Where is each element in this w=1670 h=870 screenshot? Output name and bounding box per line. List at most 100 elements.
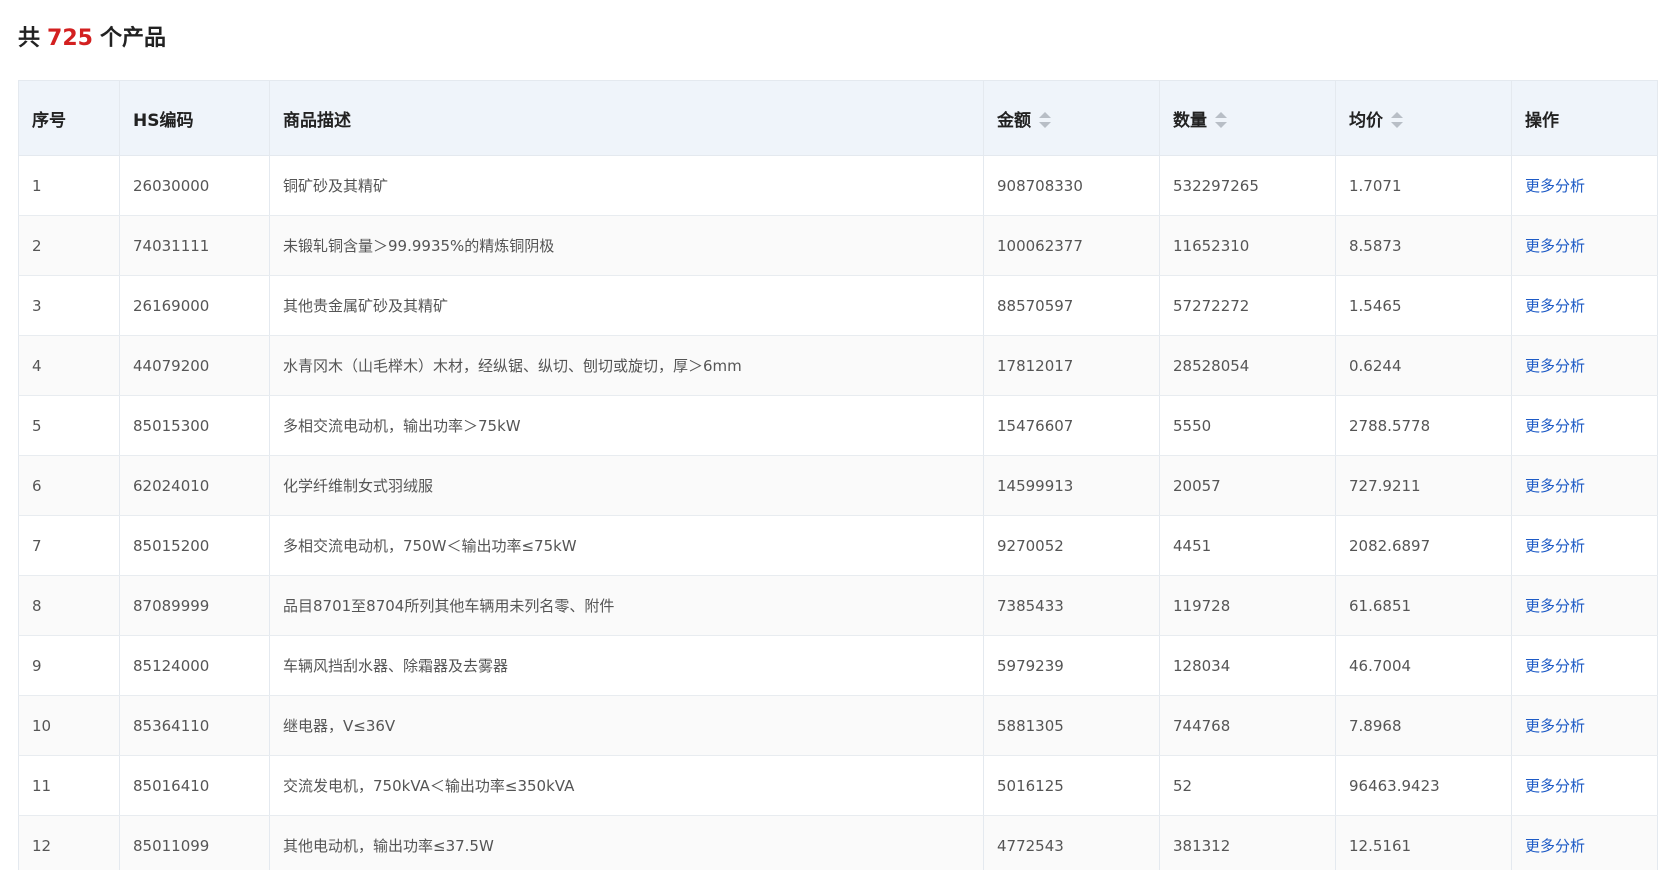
cell-actions: 更多分析: [1511, 335, 1658, 396]
cell-quantity: 28528054: [1159, 335, 1336, 396]
cell-avg-price: 46.7004: [1335, 635, 1512, 696]
cell-hs-code: 62024010: [119, 455, 270, 516]
more-analysis-link[interactable]: 更多分析: [1525, 837, 1585, 855]
cell-index: 11: [18, 755, 120, 816]
cell-avg-price: 1.7071: [1335, 155, 1512, 216]
header-hs-code-label: HS编码: [133, 110, 194, 131]
cell-description: 其他电动机，输出功率≤37.5W: [269, 815, 984, 870]
table-header-row: 序号 HS编码 商品描述 金额 数量 均价 操作: [18, 80, 1658, 156]
cell-avg-price: 61.6851: [1335, 575, 1512, 636]
table-row: 7 85015200 多相交流电动机，750W＜输出功率≤75kW 927005…: [18, 515, 1658, 576]
cell-hs-code: 85015200: [119, 515, 270, 576]
more-analysis-link[interactable]: 更多分析: [1525, 657, 1585, 675]
product-count-summary: 共 725 个产品: [18, 24, 166, 54]
cell-index: 4: [18, 335, 120, 396]
more-analysis-link[interactable]: 更多分析: [1525, 417, 1585, 435]
header-quantity[interactable]: 数量: [1159, 80, 1336, 156]
cell-hs-code: 87089999: [119, 575, 270, 636]
cell-quantity: 57272272: [1159, 275, 1336, 336]
header-description: 商品描述: [269, 80, 984, 156]
summary-prefix: 共: [18, 26, 41, 51]
cell-description: 其他贵金属矿砂及其精矿: [269, 275, 984, 336]
header-quantity-label[interactable]: 数量: [1173, 111, 1207, 131]
cell-amount: 7385433: [983, 575, 1160, 636]
cell-quantity: 20057: [1159, 455, 1336, 516]
header-hs-code: HS编码: [119, 80, 270, 156]
cell-description: 水青冈木（山毛榉木）木材，经纵锯、纵切、刨切或旋切，厚＞6mm: [269, 335, 984, 396]
header-actions-label: 操作: [1525, 110, 1559, 131]
more-analysis-link[interactable]: 更多分析: [1525, 537, 1585, 555]
cell-amount: 5979239: [983, 635, 1160, 696]
cell-quantity: 532297265: [1159, 155, 1336, 216]
cell-avg-price: 727.9211: [1335, 455, 1512, 516]
sort-avg-price-icon[interactable]: [1391, 111, 1403, 128]
more-analysis-link[interactable]: 更多分析: [1525, 237, 1585, 255]
cell-hs-code: 44079200: [119, 335, 270, 396]
product-table: 序号 HS编码 商品描述 金额 数量 均价 操作 1 26030000 铜矿砂及…: [18, 80, 1658, 870]
cell-quantity: 119728: [1159, 575, 1336, 636]
more-analysis-link[interactable]: 更多分析: [1525, 777, 1585, 795]
cell-amount: 908708330: [983, 155, 1160, 216]
header-amount-label[interactable]: 金额: [997, 111, 1031, 131]
cell-description: 多相交流电动机，750W＜输出功率≤75kW: [269, 515, 984, 576]
header-amount[interactable]: 金额: [983, 80, 1160, 156]
cell-description: 车辆风挡刮水器、除霜器及去雾器: [269, 635, 984, 696]
cell-avg-price: 2082.6897: [1335, 515, 1512, 576]
cell-quantity: 381312: [1159, 815, 1336, 870]
cell-hs-code: 85364110: [119, 695, 270, 756]
cell-actions: 更多分析: [1511, 395, 1658, 456]
cell-description: 品目8701至8704所列其他车辆用未列名零、附件: [269, 575, 984, 636]
cell-description: 铜矿砂及其精矿: [269, 155, 984, 216]
header-index: 序号: [18, 80, 120, 156]
cell-index: 8: [18, 575, 120, 636]
cell-index: 9: [18, 635, 120, 696]
table-row: 2 74031111 未锻轧铜含量＞99.9935%的精炼铜阴极 1000623…: [18, 215, 1658, 276]
cell-actions: 更多分析: [1511, 755, 1658, 816]
cell-index: 5: [18, 395, 120, 456]
cell-index: 2: [18, 215, 120, 276]
cell-hs-code: 85015300: [119, 395, 270, 456]
cell-amount: 17812017: [983, 335, 1160, 396]
more-analysis-link[interactable]: 更多分析: [1525, 477, 1585, 495]
cell-index: 12: [18, 815, 120, 870]
cell-index: 7: [18, 515, 120, 576]
cell-hs-code: 85016410: [119, 755, 270, 816]
table-row: 6 62024010 化学纤维制女式羽绒服 14599913 20057 727…: [18, 455, 1658, 516]
cell-actions: 更多分析: [1511, 155, 1658, 216]
cell-avg-price: 0.6244: [1335, 335, 1512, 396]
header-description-label: 商品描述: [283, 110, 351, 131]
cell-quantity: 5550: [1159, 395, 1336, 456]
cell-amount: 88570597: [983, 275, 1160, 336]
cell-actions: 更多分析: [1511, 635, 1658, 696]
sort-amount-icon[interactable]: [1039, 111, 1051, 128]
table-row: 5 85015300 多相交流电动机，输出功率＞75kW 15476607 55…: [18, 395, 1658, 456]
cell-actions: 更多分析: [1511, 515, 1658, 576]
table-body: 1 26030000 铜矿砂及其精矿 908708330 532297265 1…: [18, 155, 1658, 870]
cell-quantity: 11652310: [1159, 215, 1336, 276]
cell-index: 10: [18, 695, 120, 756]
table-row: 10 85364110 继电器，V≤36V 5881305 744768 7.8…: [18, 695, 1658, 756]
cell-actions: 更多分析: [1511, 275, 1658, 336]
cell-index: 3: [18, 275, 120, 336]
header-avg-price[interactable]: 均价: [1335, 80, 1512, 156]
cell-hs-code: 74031111: [119, 215, 270, 276]
more-analysis-link[interactable]: 更多分析: [1525, 177, 1585, 195]
header-avg-price-label[interactable]: 均价: [1349, 111, 1383, 131]
sort-quantity-icon[interactable]: [1215, 111, 1227, 128]
more-analysis-link[interactable]: 更多分析: [1525, 297, 1585, 315]
cell-quantity: 52: [1159, 755, 1336, 816]
table-row: 11 85016410 交流发电机，750kVA＜输出功率≤350kVA 501…: [18, 755, 1658, 816]
cell-avg-price: 96463.9423: [1335, 755, 1512, 816]
cell-amount: 9270052: [983, 515, 1160, 576]
table-row: 9 85124000 车辆风挡刮水器、除霜器及去雾器 5979239 12803…: [18, 635, 1658, 696]
cell-amount: 4772543: [983, 815, 1160, 870]
cell-quantity: 4451: [1159, 515, 1336, 576]
more-analysis-link[interactable]: 更多分析: [1525, 597, 1585, 615]
more-analysis-link[interactable]: 更多分析: [1525, 717, 1585, 735]
cell-quantity: 128034: [1159, 635, 1336, 696]
page: 共 725 个产品 序号 HS编码 商品描述 金额 数量 均价 操作 1 26030…: [0, 0, 1670, 870]
cell-hs-code: 85124000: [119, 635, 270, 696]
cell-index: 6: [18, 455, 120, 516]
more-analysis-link[interactable]: 更多分析: [1525, 357, 1585, 375]
cell-actions: 更多分析: [1511, 815, 1658, 870]
